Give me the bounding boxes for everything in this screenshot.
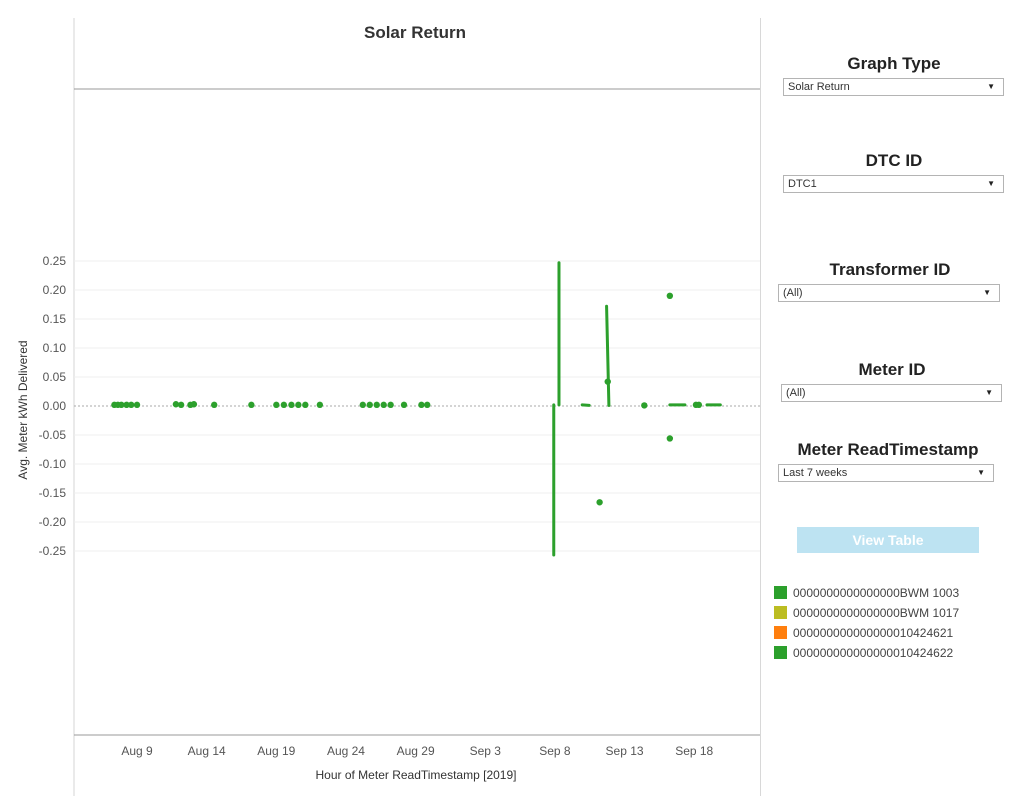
data-point xyxy=(400,401,408,409)
x-tick-label: Sep 8 xyxy=(539,744,571,758)
y-tick-label: 0.25 xyxy=(43,254,67,268)
data-point xyxy=(366,401,373,409)
solar-return-chart: 0.25 0.20 0.15 0.10 0.05 0.00 -0.05 -0.10 -0.15 -… xyxy=(16,18,760,796)
x-tick-label: Sep 13 xyxy=(606,744,644,758)
x-tick-label: Aug 9 xyxy=(121,744,153,758)
caret-down-icon: ▼ xyxy=(985,388,993,397)
data-point xyxy=(641,402,648,409)
legend-swatch xyxy=(774,606,787,619)
caret-down-icon: ▼ xyxy=(977,468,985,477)
meter-id-title: Meter ID xyxy=(858,360,926,379)
x-tick-label: Sep 18 xyxy=(675,744,713,758)
data-segment xyxy=(605,304,611,407)
legend-label: 000000000000000010424621 xyxy=(793,626,954,640)
data-point xyxy=(190,401,198,408)
data-point xyxy=(380,401,387,409)
y-tick-label: 0.05 xyxy=(43,370,67,384)
data-point xyxy=(133,401,141,409)
data-point xyxy=(316,401,324,409)
data-point xyxy=(359,401,367,409)
legend-label: 0000000000000000BWM 1003 xyxy=(793,586,960,600)
caret-down-icon: ▼ xyxy=(987,82,995,91)
dtc-id-value: DTC1 xyxy=(788,178,817,190)
x-tick-label: Aug 24 xyxy=(327,744,365,758)
data-point xyxy=(248,401,255,409)
transformer-id-value: (All) xyxy=(783,287,803,299)
data-point xyxy=(373,401,380,409)
y-tick-label: -0.05 xyxy=(39,428,67,442)
data-point xyxy=(280,401,288,409)
data-point xyxy=(695,401,703,409)
data-point xyxy=(128,401,135,409)
panel-divider xyxy=(760,18,761,796)
transformer-id-dropdown[interactable]: (All) ▼ xyxy=(778,284,1000,302)
caret-down-icon: ▼ xyxy=(987,179,995,188)
view-table-button[interactable]: View Table xyxy=(797,527,979,553)
data-point xyxy=(211,401,218,409)
x-tick-label: Sep 3 xyxy=(470,744,502,758)
data-segment xyxy=(580,403,591,407)
data-point xyxy=(295,401,302,409)
chart-area: 0.25 0.20 0.15 0.10 0.05 0.00 -0.05 -0.10 -0.15 -… xyxy=(0,0,762,796)
y-tick-label: 0.20 xyxy=(43,283,67,297)
graph-type-dropdown[interactable]: Solar Return ▼ xyxy=(783,78,1004,96)
data-point xyxy=(418,401,425,409)
legend-label: 000000000000000010424622 xyxy=(793,646,954,660)
data-point xyxy=(302,401,309,409)
y-tick-label: -0.20 xyxy=(39,515,67,529)
transformer-id-title: Transformer ID xyxy=(829,260,951,279)
dtc-id-dropdown[interactable]: DTC1 ▼ xyxy=(783,175,1004,193)
data-point xyxy=(387,401,394,409)
graph-type-value: Solar Return xyxy=(788,81,850,93)
y-tick-label: -0.15 xyxy=(39,486,67,500)
meter-id-dropdown[interactable]: (All) ▼ xyxy=(781,384,1002,402)
x-tick-label: Aug 29 xyxy=(397,744,435,758)
data-point xyxy=(596,499,603,506)
y-axis-title: Avg. Meter kWh Delivered xyxy=(16,340,30,479)
x-tick-label: Aug 19 xyxy=(257,744,295,758)
caret-down-icon: ▼ xyxy=(983,288,991,297)
data-point xyxy=(177,401,185,409)
data-point xyxy=(666,292,674,299)
y-tick-label: 0.10 xyxy=(43,341,67,355)
graph-type-title: Graph Type xyxy=(847,54,941,73)
y-tick-label: -0.25 xyxy=(39,544,67,558)
data-point xyxy=(424,401,431,409)
x-tick-label: Aug 14 xyxy=(188,744,226,758)
meter-read-timestamp-value: Last 7 weeks xyxy=(783,467,848,479)
legend-swatch xyxy=(774,646,787,659)
dtc-id-title: DTC ID xyxy=(865,151,923,170)
meter-read-timestamp-dropdown[interactable]: Last 7 weeks ▼ xyxy=(778,464,994,482)
y-tick-label: -0.10 xyxy=(39,457,67,471)
data-point xyxy=(666,435,674,442)
y-tick-label: 0.00 xyxy=(43,399,67,413)
data-point xyxy=(288,401,295,409)
chart-title: Solar Return xyxy=(364,23,466,42)
meter-read-timestamp-title: Meter ReadTimestamp xyxy=(797,440,979,459)
legend-swatch xyxy=(774,586,787,599)
y-tick-label: 0.15 xyxy=(43,312,67,326)
meter-id-value: (All) xyxy=(786,387,806,399)
data-point xyxy=(604,378,611,385)
x-axis-title: Hour of Meter ReadTimestamp [2019] xyxy=(316,768,517,782)
legend-label: 0000000000000000BWM 1017 xyxy=(793,606,960,620)
data-point xyxy=(273,401,280,409)
legend-swatch xyxy=(774,626,787,639)
